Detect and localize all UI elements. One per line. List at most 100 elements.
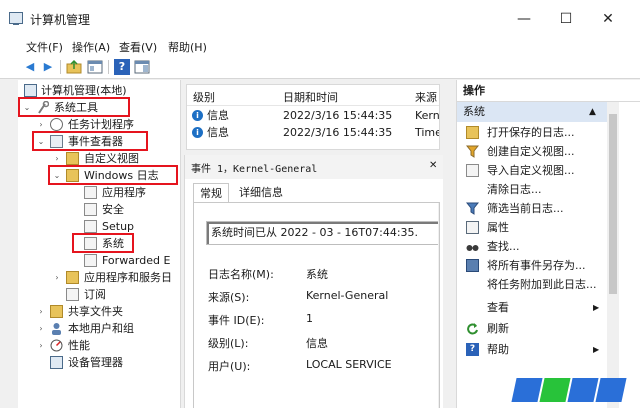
- detail-scrollbar[interactable]: [438, 203, 439, 408]
- action-label: 创建自定义视图...: [487, 145, 575, 158]
- action-create-custom-view[interactable]: 创建自定义视图...: [457, 142, 607, 161]
- action-label: 查找...: [487, 240, 520, 253]
- actions-scrollbar[interactable]: [607, 102, 619, 408]
- event-description[interactable]: 系统时间已从 2022 - 03 - 16T07:44:35.: [206, 221, 439, 245]
- action-help[interactable]: ? 帮助 ▶: [457, 340, 607, 359]
- tree-label: 设备管理器: [68, 356, 123, 369]
- refresh-icon: [466, 322, 479, 335]
- submenu-arrow-icon: ▶: [593, 345, 600, 354]
- log-icon: [84, 254, 97, 267]
- menu-help[interactable]: 帮助(H): [168, 39, 207, 55]
- forward-button[interactable]: ▶: [40, 59, 56, 75]
- action-label: 筛选当前日志...: [487, 202, 564, 215]
- highlight-system-log: [72, 233, 134, 253]
- action-attach-task[interactable]: 将任务附加到此日志...: [457, 275, 607, 294]
- tree-label: 应用程序和服务日: [84, 271, 172, 284]
- log-icon: [84, 220, 97, 233]
- log-icon: [66, 288, 79, 301]
- tab-details[interactable]: 详细信息: [233, 183, 289, 202]
- action-pane-button[interactable]: [134, 59, 150, 75]
- event-row[interactable]: i 信息 2022/3/16 15:44:35 Kern: [187, 107, 440, 124]
- menu-bar: 文件(F) 操作(A) 查看(V) 帮助(H): [0, 38, 640, 56]
- highlight-event-viewer: [32, 131, 148, 151]
- find-icon: [466, 240, 479, 253]
- back-button[interactable]: ◀: [22, 59, 38, 75]
- menu-view[interactable]: 查看(V): [119, 39, 157, 55]
- device-icon: [50, 356, 63, 369]
- event-detail-pane: 事件 1，Kernel-General ✕ 常规 详细信息 系统时间已从 202…: [184, 155, 443, 408]
- collapse-up-icon[interactable]: ▲: [589, 102, 596, 122]
- action-find[interactable]: 查找...: [457, 237, 607, 256]
- event-list: 级别 日期和时间 来源 i 信息 2022/3/16 15:44:35 Kern…: [186, 84, 440, 150]
- tree-label: 本地用户和组: [68, 322, 134, 335]
- actions-pane: 操作 系统 ▲ 打开保存的日志... 创建自定义视图... 导入自定义视图...…: [456, 80, 640, 408]
- column-level[interactable]: 级别: [193, 89, 215, 105]
- event-datetime: 2022/3/16 15:44:35: [283, 126, 393, 139]
- action-save-all-events[interactable]: 将所有事件另存为...: [457, 256, 607, 275]
- action-label: 刷新: [487, 322, 509, 335]
- action-import-custom-view[interactable]: 导入自定义视图...: [457, 161, 607, 180]
- column-datetime[interactable]: 日期和时间: [283, 89, 338, 105]
- actions-scrollbar-thumb[interactable]: [609, 114, 617, 294]
- action-refresh[interactable]: 刷新: [457, 319, 607, 338]
- title-bar: 计算机管理 — ☐ ✕: [0, 0, 640, 38]
- info-icon: i: [192, 127, 203, 138]
- watermark-logo-tile: [595, 378, 627, 402]
- action-properties[interactable]: 属性: [457, 218, 607, 237]
- folder-icon: [50, 305, 63, 318]
- computer-management-icon: [9, 12, 23, 25]
- field-value-event-id: 1: [306, 312, 313, 325]
- event-source: Time: [415, 126, 440, 139]
- action-label: 查看: [487, 301, 509, 314]
- expand-toggle[interactable]: ›: [36, 337, 46, 354]
- maximize-button[interactable]: ☐: [546, 6, 586, 32]
- action-view[interactable]: 查看 ▶: [457, 298, 607, 317]
- clock-icon: [50, 118, 63, 131]
- highlight-system-tools: [18, 97, 130, 117]
- minimize-button[interactable]: —: [504, 6, 544, 32]
- tree-label: Forwarded E: [102, 254, 171, 267]
- action-label: 将所有事件另存为...: [487, 259, 586, 272]
- field-value-level: 信息: [306, 337, 328, 350]
- computer-management-window: 计算机管理 — ☐ ✕ 文件(F) 操作(A) 查看(V) 帮助(H) ◀ ▶ …: [0, 0, 640, 408]
- actions-header: 操作: [457, 80, 640, 102]
- help-button[interactable]: ?: [114, 59, 130, 75]
- tree-label: 安全: [102, 203, 124, 216]
- field-value-log-name: 系统: [306, 268, 328, 281]
- submenu-arrow-icon: ▶: [593, 303, 600, 312]
- field-value-user: LOCAL SERVICE: [306, 358, 392, 371]
- users-icon: [50, 322, 63, 335]
- event-detail-close-button[interactable]: ✕: [429, 160, 437, 171]
- tab-general[interactable]: 常规: [193, 183, 229, 204]
- log-icon: [84, 203, 97, 216]
- action-label: 帮助: [487, 343, 509, 356]
- watermark-logo-tile: [567, 378, 599, 402]
- console-tree: 计算机管理(本地) ⌄ 系统工具 › 任务计划程序 ⌄ 事件查看器 › 自定义视…: [18, 80, 181, 408]
- save-icon: [466, 259, 479, 272]
- action-clear-log[interactable]: 清除日志...: [457, 180, 607, 199]
- up-folder-button[interactable]: [66, 59, 82, 75]
- close-button[interactable]: ✕: [588, 6, 628, 32]
- menu-action[interactable]: 操作(A): [72, 39, 110, 55]
- event-detail-header: 事件 1，Kernel-General ✕: [185, 155, 443, 180]
- properties-icon: [466, 221, 479, 234]
- open-folder-icon: [466, 126, 479, 139]
- event-source: Kern: [415, 109, 440, 122]
- event-datetime: 2022/3/16 15:44:35: [283, 109, 393, 122]
- event-row[interactable]: i 信息 2022/3/16 15:44:35 Time: [187, 124, 440, 141]
- expand-toggle[interactable]: ›: [36, 320, 46, 337]
- expand-toggle[interactable]: ›: [36, 303, 46, 320]
- console-tree-icon: [87, 60, 103, 74]
- actions-section-label: 系统: [463, 105, 485, 118]
- action-open-saved-log[interactable]: 打开保存的日志...: [457, 123, 607, 142]
- action-filter-current-log[interactable]: 筛选当前日志...: [457, 199, 607, 218]
- info-icon: i: [192, 110, 203, 121]
- actions-section-system[interactable]: 系统 ▲: [457, 102, 607, 122]
- import-icon: [466, 164, 479, 177]
- general-tab-body: 系统时间已从 2022 - 03 - 16T07:44:35. 日志名称(M):…: [193, 202, 440, 408]
- expand-toggle[interactable]: ›: [52, 269, 62, 286]
- folder-up-icon: [66, 59, 82, 74]
- menu-file[interactable]: 文件(F): [26, 39, 63, 55]
- show-hide-tree-button[interactable]: [87, 59, 103, 75]
- column-source[interactable]: 来源: [415, 89, 437, 105]
